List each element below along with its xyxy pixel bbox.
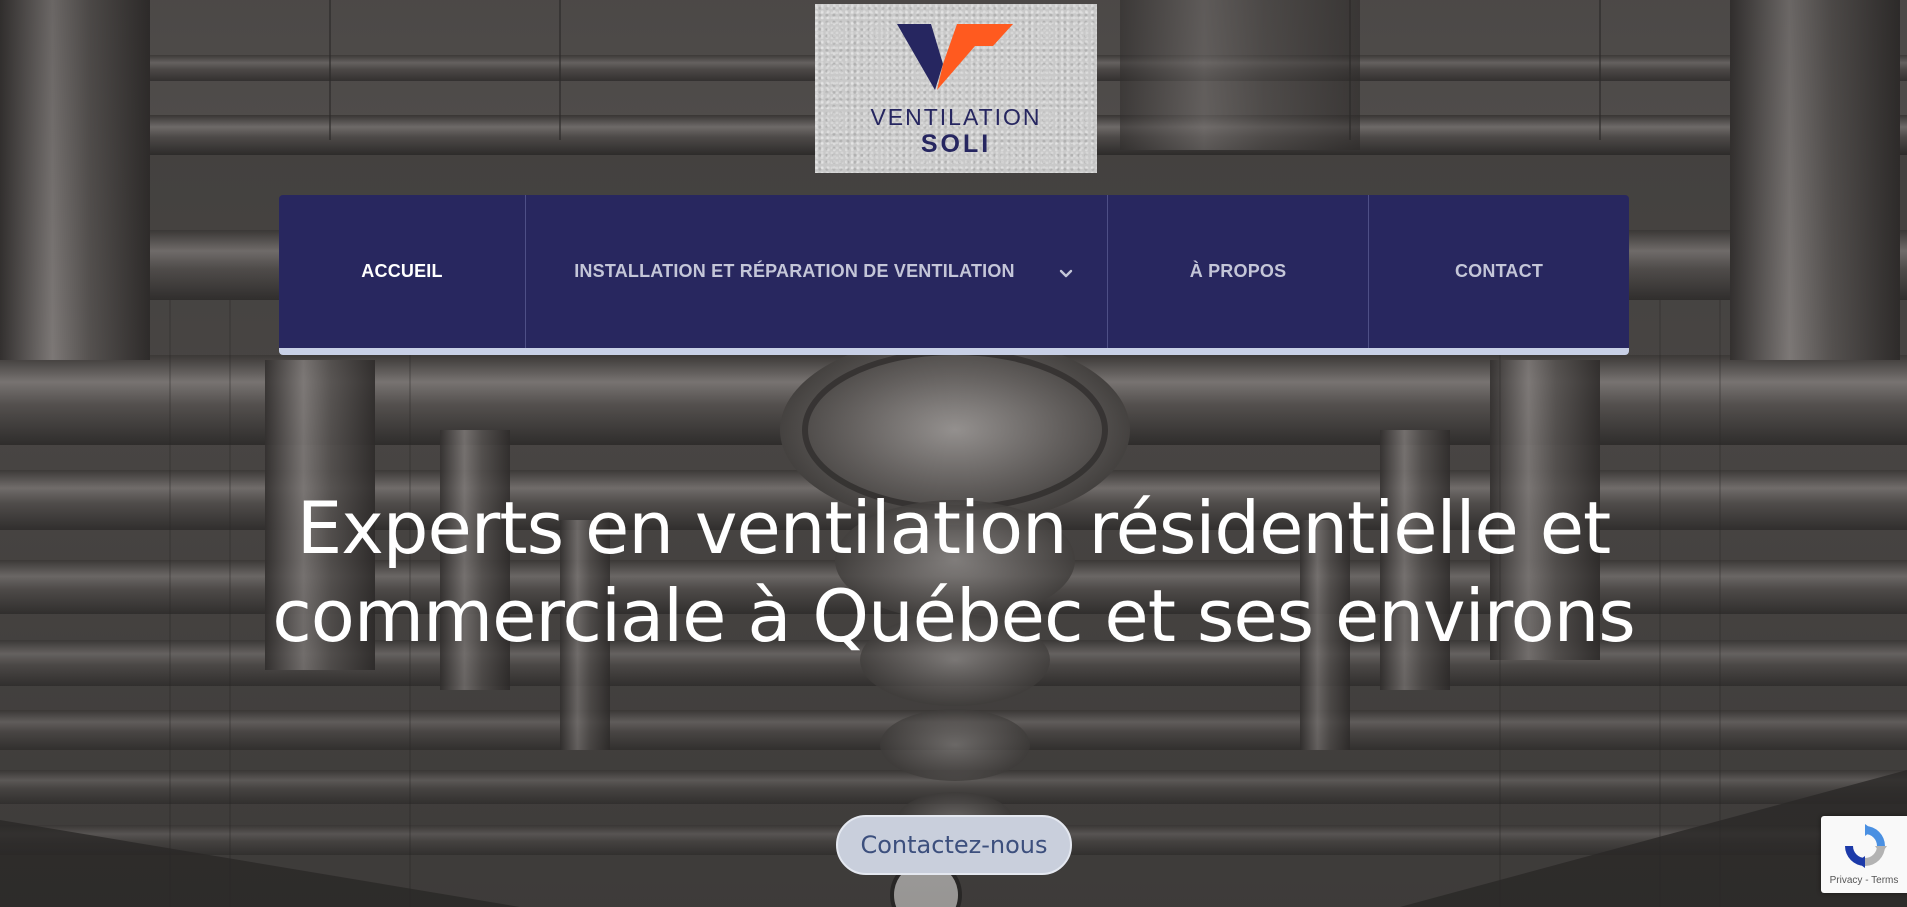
hero-title: Experts en ventilation résidentielle et … (272, 486, 1636, 658)
nav-item-label: INSTALLATION ET RÉPARATION DE VENTILATIO… (574, 261, 1015, 281)
logo-v-mark-icon (897, 24, 1013, 90)
nav-item-installation-reparation[interactable]: INSTALLATION ET RÉPARATION DE VENTILATIO… (525, 195, 1107, 348)
recaptcha-icon (1845, 824, 1887, 868)
logo-word-ventilation: VENTILATION (870, 104, 1042, 130)
contact-cta-button[interactable]: Contactez-nous (836, 815, 1072, 875)
recaptcha-privacy-link[interactable]: Privacy (1830, 875, 1863, 886)
site-logo[interactable]: VENTILATION SOLI (815, 4, 1097, 173)
logo-word-soli: SOLI (920, 130, 992, 158)
recaptcha-links: Privacy - Terms (1821, 875, 1907, 886)
nav-item-contact[interactable]: CONTACT (1368, 195, 1629, 348)
nav-item-a-propos[interactable]: À PROPOS (1107, 195, 1368, 348)
recaptcha-terms-link[interactable]: Terms (1871, 875, 1898, 886)
nav-item-accueil[interactable]: ACCUEIL (279, 195, 525, 348)
page: VENTILATION SOLI ACCUEIL INSTALLATION ET… (0, 0, 1907, 907)
nav-item-label: CONTACT (1454, 261, 1544, 281)
chevron-down-icon[interactable] (1059, 269, 1073, 278)
nav-item-label: À PROPOS (1189, 261, 1287, 281)
recaptcha-badge[interactable]: Privacy - Terms (1821, 816, 1907, 893)
nav-item-label: ACCUEIL (361, 261, 443, 281)
main-navigation: ACCUEIL INSTALLATION ET RÉPARATION DE VE… (279, 195, 1629, 355)
recaptcha-separator: - (1865, 875, 1869, 886)
